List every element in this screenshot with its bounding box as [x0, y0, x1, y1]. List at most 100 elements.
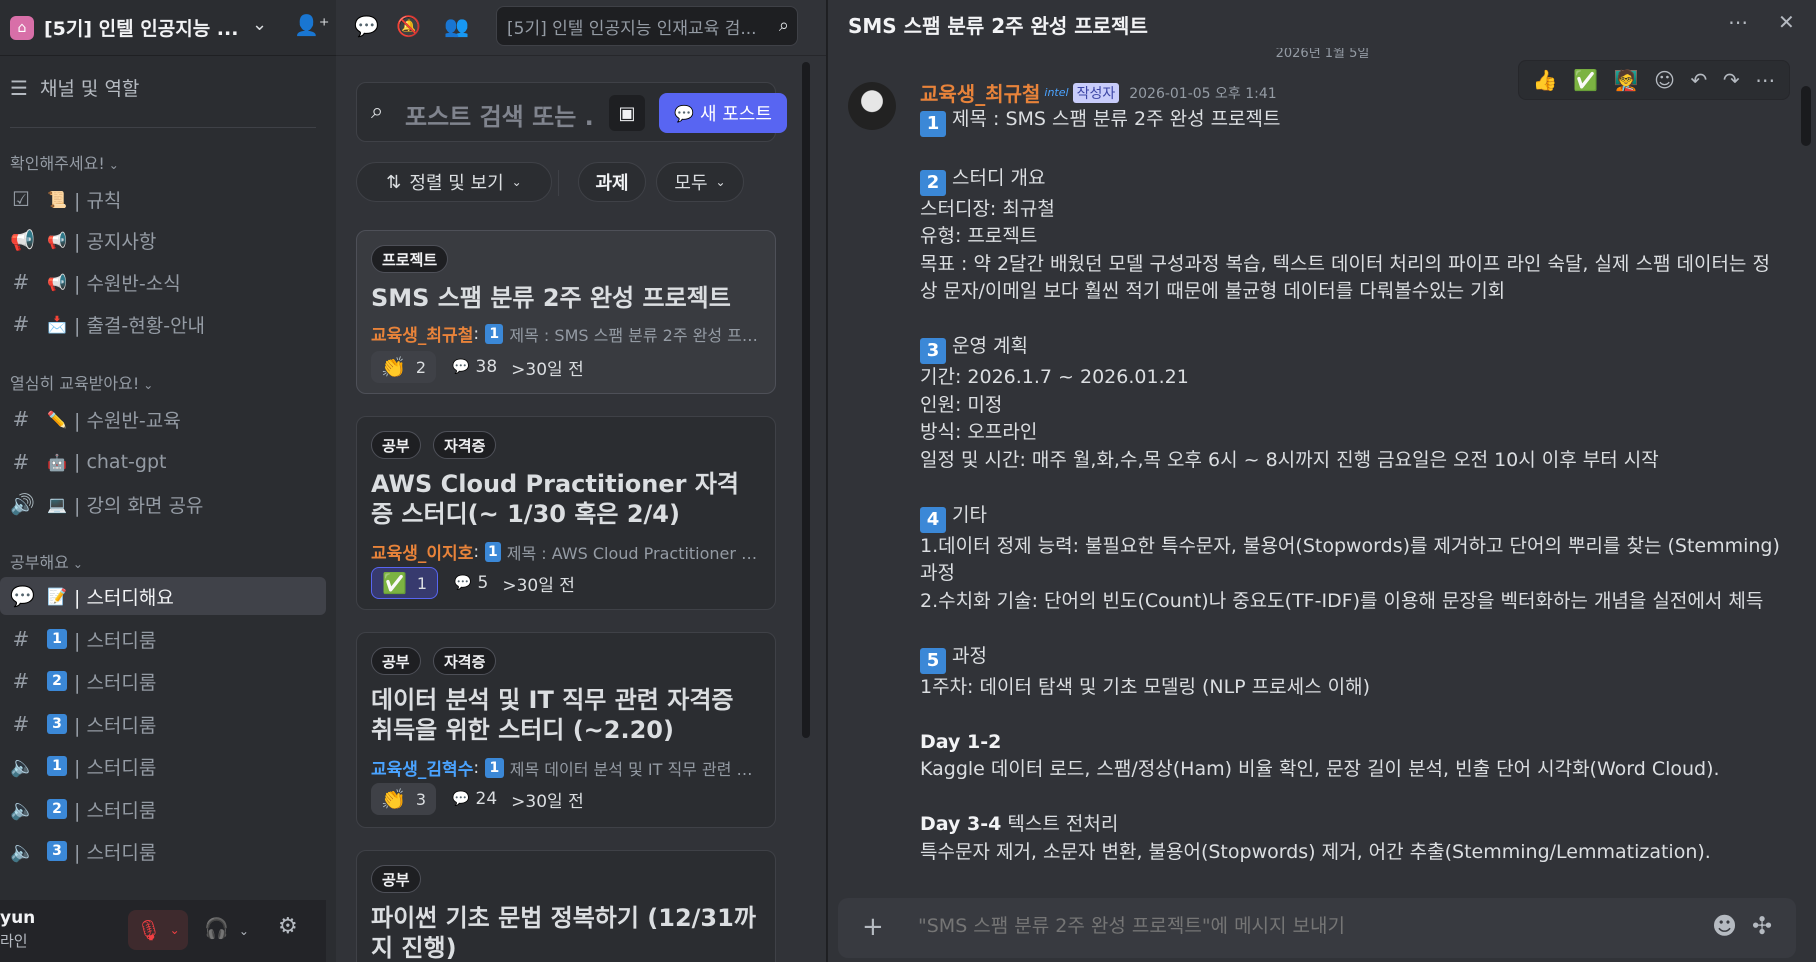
reaction-count: 2: [415, 357, 427, 377]
plus-icon[interactable]: +: [862, 912, 884, 942]
post-preview: 제목 데이터 분석 및 IT 직무 관련 자격증: [509, 759, 763, 779]
forum-post-card[interactable]: 공부 자격증 AWS Cloud Practitioner 자격증 스터디(~ …: [356, 416, 776, 610]
keycap-number: 3: [47, 841, 67, 861]
forum-post-card[interactable]: 공부 파이썬 기초 문법 정복하기 (12/31까지 진행): [356, 850, 776, 962]
chevron-down-icon[interactable]: ⌄: [239, 924, 249, 938]
deafen-button[interactable]: 🎧 ⌄: [204, 916, 249, 940]
invite-people-icon[interactable]: 👤⁺: [294, 13, 329, 37]
sidebar-item-label: | chat-gpt: [74, 451, 167, 473]
emoji-picker-icon[interactable]: ☻: [1712, 912, 1737, 940]
sidebar-item-suwon-class[interactable]: # ✏️ | 수원반-교육: [0, 400, 326, 438]
post-author[interactable]: 교육생_김혁수: [371, 755, 473, 780]
sidebar-item-studyroom-voice-1[interactable]: 🔈 1 | 스터디룸: [0, 747, 326, 785]
thumbs-up-reaction[interactable]: 👍: [1533, 68, 1558, 92]
check-mark-emoji: ✅: [382, 571, 407, 595]
sidebar-item-studyroom-text-2[interactable]: #2 | 스터디룸: [0, 662, 326, 700]
post-title: 데이터 분석 및 IT 직무 관련 자격증 취득을 위한 스터디 (~2.20): [371, 686, 734, 744]
sidebar-item-label: | 공지사항: [74, 230, 157, 253]
reaction-button[interactable]: ✅ 1: [371, 567, 439, 599]
mute-button[interactable]: 🎙 ⌄: [128, 910, 188, 950]
message-author[interactable]: 교육생_최규철: [920, 78, 1040, 107]
keycap-icon: 3: [46, 840, 68, 862]
stage-channel-icon: 🔊: [10, 492, 35, 516]
apps-icon[interactable]: ✣: [1752, 912, 1772, 940]
sidebar-item-label: | 스터디룸: [74, 756, 157, 779]
colon: :: [473, 323, 480, 344]
post-template-icon[interactable]: ▣: [609, 95, 645, 131]
forum-header: 💬 🔕 👥 [5기] 인텔 인공지능 인재교육 검... ⌕: [336, 0, 826, 56]
filter-tag-assignment[interactable]: 과제: [578, 162, 646, 202]
gear-icon[interactable]: ⚙: [278, 914, 298, 939]
post-title: AWS Cloud Practitioner 자격증 스터디(~ 1/30 혹은…: [371, 470, 740, 528]
sort-and-view-button[interactable]: ⇅ 정렬 및 보기 ⌄: [356, 162, 552, 202]
category-header[interactable]: 공부해요 ⌄: [10, 549, 83, 573]
category-header[interactable]: 확인해주세요! ⌄: [10, 150, 119, 174]
filter-all-dropdown[interactable]: 모두 ⌄: [656, 162, 744, 202]
sidebar-item-studyroom-text-3[interactable]: #3 | 스터디룸: [0, 705, 326, 743]
chevron-down-icon[interactable]: ⌄: [252, 14, 267, 35]
teacher-reaction[interactable]: 🧑‍🏫: [1614, 68, 1639, 92]
sidebar-item-rules[interactable]: ☑ 📜 | 규칙: [0, 180, 326, 218]
server-search-input[interactable]: [5기] 인텔 인공지능 인재교육 검... ⌕: [496, 6, 798, 46]
headphones-icon: 🎧: [204, 916, 229, 940]
post-meta: 교육생_최규철: 1 제목 : SMS 스팸 분류 2주 완성 프로젝트: [371, 321, 763, 346]
post-author[interactable]: 교육생_이지호: [371, 539, 473, 564]
day-heading: Day 3-4: [920, 813, 1002, 835]
add-reaction-icon[interactable]: ☺: [1654, 68, 1675, 92]
avatar[interactable]: [848, 82, 896, 130]
forward-icon[interactable]: ↷: [1723, 68, 1740, 92]
comment-count: 💬 38: [452, 357, 497, 377]
close-icon[interactable]: ✕: [1778, 10, 1795, 34]
sidebar-item-label: | 스터디룸: [74, 799, 157, 822]
message-input[interactable]: [918, 915, 1678, 937]
check-mark-reaction[interactable]: ✅: [1573, 68, 1598, 92]
message-header: 교육생_최규철 intel 작성자 2026-01-05 오후 1:41: [920, 78, 1277, 107]
hashtag-icon: #: [12, 407, 30, 431]
more-options-icon[interactable]: ⋯: [1755, 68, 1775, 92]
forum-post-card[interactable]: 공부 자격증 데이터 분석 및 IT 직무 관련 자격증 취득을 위한 스터디 …: [356, 632, 776, 828]
reaction-button[interactable]: 👏 3: [371, 783, 437, 815]
post-title: SMS 스팸 분류 2주 완성 프로젝트: [371, 284, 731, 312]
sidebar-item-studyroom-text-1[interactable]: #1 | 스터디룸: [0, 620, 326, 658]
post-tag: 프로젝트: [371, 245, 449, 273]
threads-icon[interactable]: 💬: [354, 14, 379, 38]
forum-post-card[interactable]: 프로젝트 SMS 스팸 분류 2주 완성 프로젝트 교육생_최규철: 1 제목 …: [356, 230, 776, 394]
scrollbar[interactable]: [802, 62, 810, 738]
server-header[interactable]: ⌂ [5기] 인텔 인공지능 ... ⌄ 👤⁺: [0, 0, 336, 56]
new-post-button[interactable]: 💬 새 포스트: [659, 93, 787, 133]
channels-and-roles[interactable]: ☰ 채널 및 역할: [10, 74, 139, 101]
more-options-icon[interactable]: ⋯: [1728, 10, 1748, 34]
notification-bell-muted-icon[interactable]: 🔕: [396, 14, 421, 38]
post-author[interactable]: 교육생_최규철: [371, 321, 473, 346]
sidebar-item-studyroom-voice-3[interactable]: 🔈 3 | 스터디룸: [0, 832, 326, 870]
sidebar-item-label: | 강의 화면 공유: [74, 494, 204, 517]
chevron-down-icon[interactable]: ⌄: [170, 923, 180, 937]
username[interactable]: yun: [0, 908, 35, 928]
sidebar-item-study-forum[interactable]: 💬 📝 | 스터디해요: [0, 577, 326, 615]
server-name: [5기] 인텔 인공지능 ...: [44, 18, 239, 40]
category-header[interactable]: 열심히 교육받아요! ⌄: [10, 370, 153, 394]
message-line: 1.데이터 정제 능력: 불필요한 특수문자, 불용어(Stopwords)를 …: [920, 534, 1780, 585]
clap-emoji: 👏: [381, 787, 406, 811]
keycap-icon: 3: [46, 713, 68, 735]
post-search-input[interactable]: 포스트 검색 또는 ...: [405, 97, 595, 132]
reaction-count: 3: [415, 789, 427, 809]
search-icon: ⌕: [371, 99, 384, 124]
sidebar-item-screen-share[interactable]: 🔊 💻 | 강의 화면 공유: [0, 485, 326, 523]
sidebar-item-studyroom-voice-2[interactable]: 🔈 2 | 스터디룸: [0, 790, 326, 828]
sidebar-item-attendance[interactable]: # 📩 | 출결-현황-안내: [0, 305, 326, 343]
reply-icon[interactable]: ↶: [1691, 68, 1708, 92]
member-list-icon[interactable]: 👥: [444, 14, 469, 38]
sidebar-item-announcements[interactable]: 📢 📢 | 공지사항: [0, 221, 326, 259]
message-line: 4 기타: [920, 502, 1780, 533]
message-line: 5 과정: [920, 643, 1780, 674]
sidebar-item-suwon-news[interactable]: # 📢 | 수원반-소식: [0, 263, 326, 301]
scrollbar[interactable]: [1801, 86, 1811, 146]
comment-count-value: 5: [477, 573, 489, 593]
sort-label: 정렬 및 보기: [409, 173, 504, 194]
sidebar-item-chat-gpt[interactable]: # 🤖 | chat-gpt: [0, 443, 326, 481]
mic-muted-icon: 🎙: [136, 918, 162, 942]
filter-tag-label: 과제: [595, 173, 629, 194]
keycap-icon: 1: [46, 755, 68, 777]
reaction-button[interactable]: 👏 2: [371, 351, 437, 383]
